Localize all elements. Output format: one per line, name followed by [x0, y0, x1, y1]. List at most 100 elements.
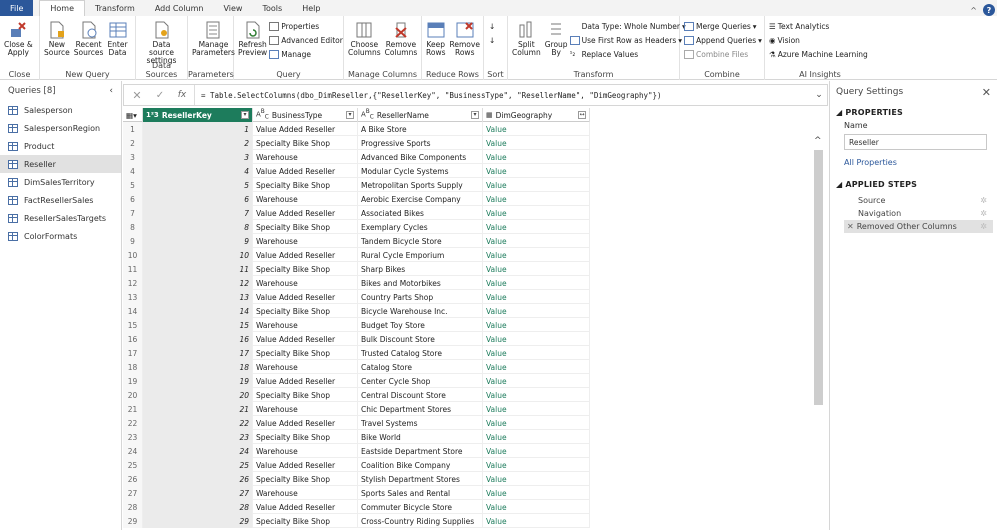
- table-row[interactable]: 14 14 Specialty Bike Shop Bicycle Warehouse…: [123, 304, 590, 318]
- table-value-link[interactable]: Value: [483, 472, 590, 486]
- table-value-link[interactable]: Value: [483, 402, 590, 416]
- table-row[interactable]: 17 17 Specialty Bike Shop Trusted Catalog S…: [123, 346, 590, 360]
- table-value-link[interactable]: Value: [483, 136, 590, 150]
- table-value-link[interactable]: Value: [483, 388, 590, 402]
- filter-dropdown-icon[interactable]: ▾: [346, 111, 354, 119]
- table-row[interactable]: 12 12 Warehouse Bikes and Motorbikes Value: [123, 276, 590, 290]
- table-row[interactable]: 15 15 Warehouse Budget Toy Store Value: [123, 318, 590, 332]
- table-row[interactable]: 6 6 Warehouse Aerobic Exercise Company Value: [123, 192, 590, 206]
- table-row[interactable]: 21 21 Warehouse Chic Department Stores Value: [123, 402, 590, 416]
- query-item[interactable]: ResellerSalesTargets: [0, 209, 121, 227]
- table-value-link[interactable]: Value: [483, 150, 590, 164]
- column-header-dimgeography[interactable]: ▦ DimGeography ↔: [483, 108, 590, 122]
- table-row[interactable]: 9 9 Warehouse Tandem Bicycle Store Value: [123, 234, 590, 248]
- table-value-link[interactable]: Value: [483, 206, 590, 220]
- table-row[interactable]: 3 3 Warehouse Advanced Bike Components Value: [123, 150, 590, 164]
- table-value-link[interactable]: Value: [483, 220, 590, 234]
- table-row[interactable]: 7 7 Value Added Reseller Associated Bikes Va…: [123, 206, 590, 220]
- table-value-link[interactable]: Value: [483, 178, 590, 192]
- table-value-link[interactable]: Value: [483, 122, 590, 136]
- table-row[interactable]: 11 11 Specialty Bike Shop Sharp Bikes Value: [123, 262, 590, 276]
- table-row[interactable]: 16 16 Value Added Reseller Bulk Discount St…: [123, 332, 590, 346]
- tab-view[interactable]: View: [213, 0, 252, 16]
- query-item[interactable]: Salesperson: [0, 101, 121, 119]
- filter-dropdown-icon[interactable]: ▾: [241, 111, 249, 119]
- tab-help[interactable]: Help: [292, 0, 330, 16]
- use-first-row-button[interactable]: Use First Row as Headers ▾: [569, 34, 686, 46]
- scroll-thumb[interactable]: [814, 150, 823, 405]
- table-row[interactable]: 1 1 Value Added Reseller A Bike Store Value: [123, 122, 590, 136]
- properties-section[interactable]: ◢ PROPERTIES: [830, 103, 997, 119]
- tab-add-column[interactable]: Add Column: [145, 0, 214, 16]
- step-navigation[interactable]: Navigation ✲: [844, 207, 993, 220]
- step-removed-other-columns[interactable]: ✕ Removed Other Columns ✲: [844, 220, 993, 233]
- combine-files-button[interactable]: Combine Files: [684, 48, 762, 60]
- merge-queries-button[interactable]: Merge Queries ▾: [684, 20, 762, 32]
- vertical-scrollbar[interactable]: ^: [813, 108, 824, 530]
- sort-descending-button[interactable]: ↓: [489, 34, 495, 46]
- table-type-icon[interactable]: ▦: [486, 111, 493, 119]
- table-value-link[interactable]: Value: [483, 500, 590, 514]
- table-value-link[interactable]: Value: [483, 192, 590, 206]
- table-row[interactable]: 29 29 Specialty Bike Shop Cross-Country Rid…: [123, 514, 590, 528]
- table-row[interactable]: 24 24 Warehouse Eastside Department Store Va…: [123, 444, 590, 458]
- text-analytics-button[interactable]: ☰ Text Analytics: [769, 20, 868, 32]
- query-item[interactable]: Reseller: [0, 155, 121, 173]
- table-value-link[interactable]: Value: [483, 486, 590, 500]
- table-row[interactable]: 25 25 Value Added Reseller Coalition Bike C…: [123, 458, 590, 472]
- table-value-link[interactable]: Value: [483, 458, 590, 472]
- table-value-link[interactable]: Value: [483, 430, 590, 444]
- azure-ml-button[interactable]: ⚗ Azure Machine Learning: [769, 48, 868, 60]
- data-type-dropdown[interactable]: Data Type: Whole Number ▾: [570, 20, 686, 32]
- scroll-up-icon[interactable]: ^: [814, 136, 822, 146]
- gear-icon[interactable]: ✲: [980, 209, 987, 218]
- table-row[interactable]: 28 28 Value Added Reseller Commuter Bicycle…: [123, 500, 590, 514]
- table-row[interactable]: 13 13 Value Added Reseller Country Parts Sh…: [123, 290, 590, 304]
- table-value-link[interactable]: Value: [483, 290, 590, 304]
- help-icon[interactable]: ?: [983, 4, 995, 16]
- table-value-link[interactable]: Value: [483, 164, 590, 178]
- table-value-link[interactable]: Value: [483, 360, 590, 374]
- applied-steps-section[interactable]: ◢ APPLIED STEPS: [830, 175, 997, 191]
- table-value-link[interactable]: Value: [483, 416, 590, 430]
- expand-formula-icon[interactable]: ⌄: [811, 90, 827, 100]
- sort-ascending-button[interactable]: ↓: [489, 20, 495, 32]
- query-item[interactable]: FactResellerSales: [0, 191, 121, 209]
- advanced-editor-button[interactable]: Advanced Editor: [269, 34, 343, 46]
- cancel-formula-icon[interactable]: ✕: [124, 89, 150, 102]
- filter-dropdown-icon[interactable]: ▾: [471, 111, 479, 119]
- table-value-link[interactable]: Value: [483, 514, 590, 528]
- table-row[interactable]: 27 27 Warehouse Sports Sales and Rental Valu…: [123, 486, 590, 500]
- table-row[interactable]: 26 26 Specialty Bike Shop Stylish Departmen…: [123, 472, 590, 486]
- table-row[interactable]: 4 4 Value Added Reseller Modular Cycle Syst…: [123, 164, 590, 178]
- query-name-input[interactable]: Reseller: [844, 134, 987, 150]
- column-header-resellername[interactable]: ABC ResellerName ▾: [358, 108, 483, 122]
- table-value-link[interactable]: Value: [483, 332, 590, 346]
- column-header-resellerkey[interactable]: 1²3 ResellerKey ▾: [143, 108, 253, 122]
- tab-home[interactable]: Home: [39, 0, 86, 16]
- fx-icon[interactable]: fx: [170, 90, 194, 100]
- text-type-icon[interactable]: ABC: [361, 109, 374, 121]
- tab-tools[interactable]: Tools: [252, 0, 292, 16]
- whole-number-type-icon[interactable]: 1²3: [146, 111, 159, 119]
- step-source[interactable]: Source ✲: [844, 194, 993, 207]
- query-item[interactable]: Product: [0, 137, 121, 155]
- table-value-link[interactable]: Value: [483, 248, 590, 262]
- column-header-businesstype[interactable]: ABC BusinessType ▾: [253, 108, 358, 122]
- table-row[interactable]: 10 10 Value Added Reseller Rural Cycle Empo…: [123, 248, 590, 262]
- table-row[interactable]: 18 18 Warehouse Catalog Store Value: [123, 360, 590, 374]
- gear-icon[interactable]: ✲: [980, 196, 987, 205]
- table-value-link[interactable]: Value: [483, 318, 590, 332]
- delete-step-icon[interactable]: ✕: [847, 222, 854, 231]
- table-value-link[interactable]: Value: [483, 234, 590, 248]
- append-queries-button[interactable]: Append Queries ▾: [684, 34, 762, 46]
- table-row[interactable]: 20 20 Specialty Bike Shop Central Discount …: [123, 388, 590, 402]
- table-value-link[interactable]: Value: [483, 346, 590, 360]
- collapse-queries-icon[interactable]: ‹: [109, 86, 113, 96]
- formula-input[interactable]: = Table.SelectColumns(dbo_DimReseller,{"…: [194, 85, 811, 105]
- table-value-link[interactable]: Value: [483, 262, 590, 276]
- commit-formula-icon[interactable]: ✓: [150, 90, 170, 101]
- manage-button[interactable]: Manage: [269, 48, 343, 60]
- table-value-link[interactable]: Value: [483, 276, 590, 290]
- tab-transform[interactable]: Transform: [85, 0, 145, 16]
